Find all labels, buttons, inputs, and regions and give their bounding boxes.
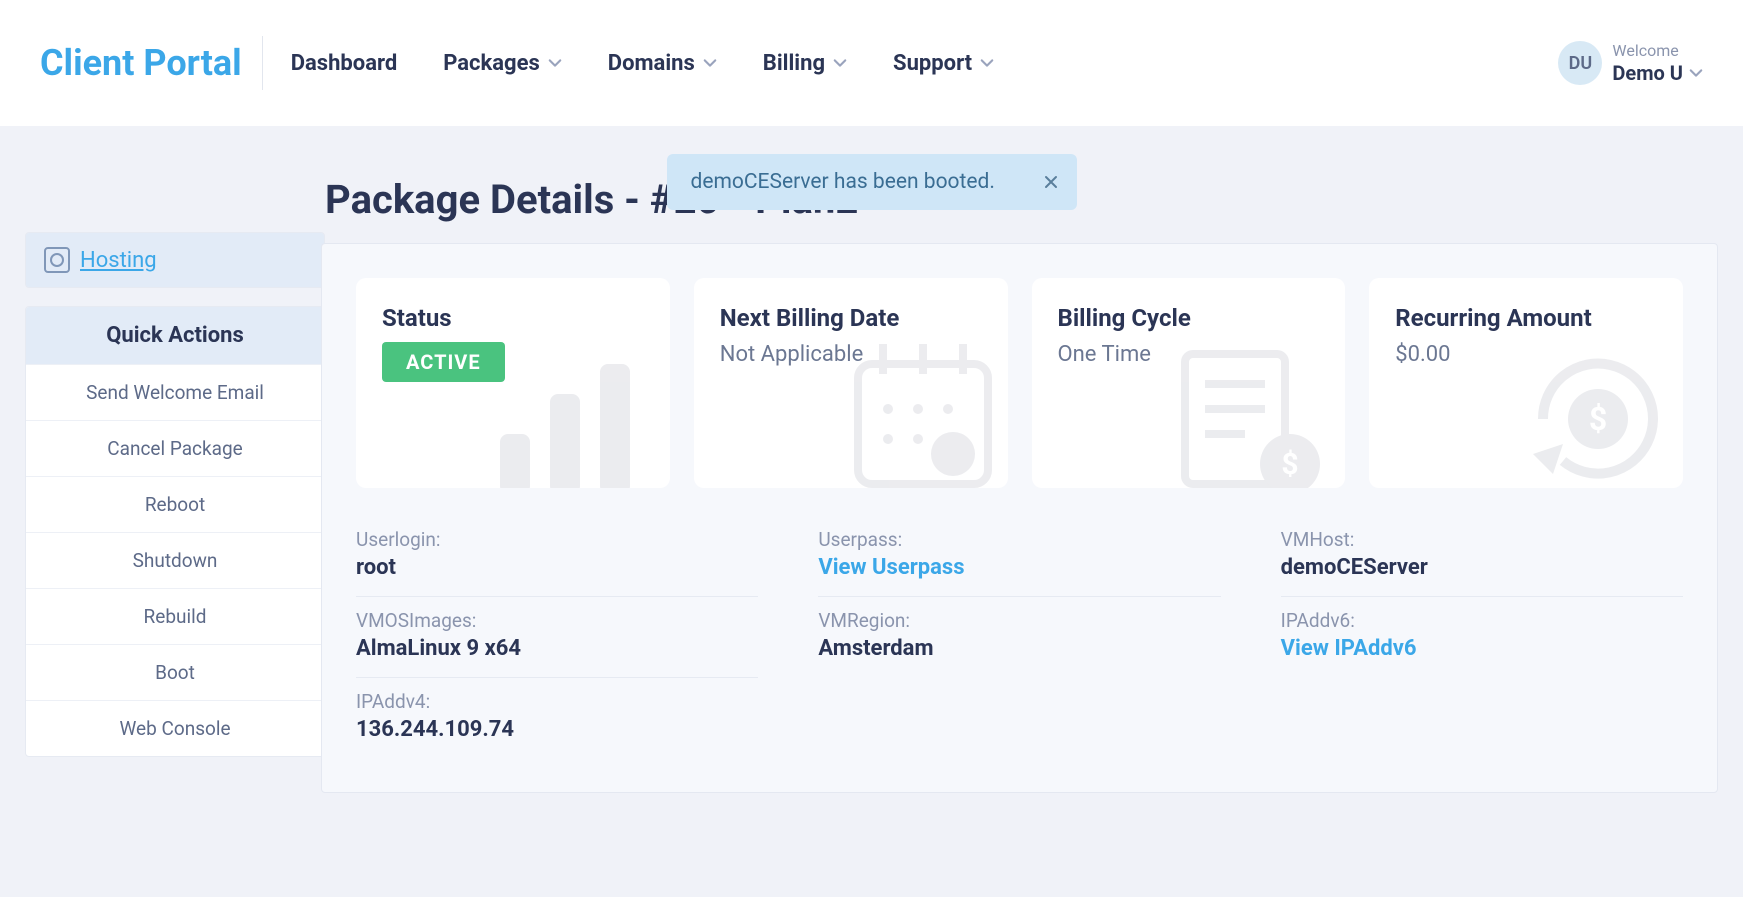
detail-userpass: Userpass: View Userpass	[818, 516, 1220, 597]
qa-shutdown[interactable]: Shutdown	[26, 532, 324, 588]
qa-send-welcome-email[interactable]: Send Welcome Email	[26, 364, 324, 420]
details-col-2: Userpass: View Userpass VMRegion: Amster…	[818, 516, 1220, 758]
toast-message: demoCEServer has been booted.	[691, 170, 995, 194]
chevron-down-icon	[1689, 66, 1703, 80]
detail-ipv6-label: IPAddv6:	[1281, 609, 1683, 632]
sidebar: Hosting Quick Actions Send Welcome Email…	[25, 232, 325, 775]
nav-domains-label: Domains	[608, 51, 695, 76]
details-col-1: Userlogin: root VMOSImages: AlmaLinux 9 …	[356, 516, 758, 758]
card-next-billing-value: Not Applicable	[720, 342, 982, 367]
nav-support-label: Support	[893, 51, 972, 76]
view-ipv6-link[interactable]: View IPAddv6	[1281, 636, 1683, 661]
card-billing-cycle-title: Billing Cycle	[1058, 304, 1320, 332]
card-recurring-title: Recurring Amount	[1395, 304, 1657, 332]
nav-domains[interactable]: Domains	[608, 51, 717, 76]
brand-logo[interactable]: Client Portal	[40, 42, 242, 84]
user-name: Demo U	[1612, 61, 1683, 85]
welcome-name: Demo U	[1612, 61, 1703, 85]
quick-actions-title: Quick Actions	[26, 307, 324, 364]
detail-vmhost-label: VMHost:	[1281, 528, 1683, 551]
nav-billing-label: Billing	[763, 51, 825, 76]
detail-ipv4-label: IPAddv4:	[356, 690, 758, 713]
divider	[262, 36, 263, 90]
detail-ipv4-value: 136.244.109.74	[356, 717, 758, 742]
chevron-down-icon	[703, 56, 717, 70]
welcome-label: Welcome	[1612, 41, 1703, 60]
card-status-title: Status	[382, 304, 644, 332]
detail-userpass-label: Userpass:	[818, 528, 1220, 551]
detail-vmhost-value: demoCEServer	[1281, 555, 1683, 580]
detail-ipv6: IPAddv6: View IPAddv6	[1281, 597, 1683, 677]
status-badge: ACTIVE	[382, 342, 505, 382]
detail-vmregion: VMRegion: Amsterdam	[818, 597, 1220, 677]
nav-billing[interactable]: Billing	[763, 51, 847, 76]
chevron-down-icon	[548, 56, 562, 70]
main-nav: Dashboard Packages Domains Billing Suppo…	[291, 51, 994, 76]
avatar: DU	[1558, 41, 1602, 85]
chevron-down-icon	[980, 56, 994, 70]
qa-boot[interactable]: Boot	[26, 644, 324, 700]
user-menu[interactable]: DU Welcome Demo U	[1558, 41, 1703, 85]
close-icon[interactable]	[1039, 170, 1063, 194]
chevron-down-icon	[833, 56, 847, 70]
quick-actions-panel: Quick Actions Send Welcome Email Cancel …	[25, 306, 325, 757]
toast-notification: demoCEServer has been booted.	[667, 154, 1077, 210]
detail-vmhost: VMHost: demoCEServer	[1281, 516, 1683, 597]
qa-reboot[interactable]: Reboot	[26, 476, 324, 532]
detail-userlogin-label: Userlogin:	[356, 528, 758, 551]
card-recurring-value: $0.00	[1395, 342, 1657, 367]
nav-dashboard-label: Dashboard	[291, 51, 398, 76]
details-grid: Userlogin: root VMOSImages: AlmaLinux 9 …	[356, 516, 1683, 758]
detail-vmregion-label: VMRegion:	[818, 609, 1220, 632]
svg-text:$: $	[1282, 447, 1299, 482]
card-recurring: Recurring Amount $0.00 $	[1369, 278, 1683, 488]
card-billing-cycle-value: One Time	[1058, 342, 1320, 367]
nav-packages-label: Packages	[443, 51, 540, 76]
nav-support[interactable]: Support	[893, 51, 994, 76]
detail-ipv4: IPAddv4: 136.244.109.74	[356, 678, 758, 758]
nav-dashboard[interactable]: Dashboard	[291, 51, 398, 76]
detail-vmregion-value: Amsterdam	[818, 636, 1220, 661]
bars-icon	[480, 344, 670, 488]
sidebar-tab-hosting[interactable]: Hosting	[26, 233, 324, 287]
qa-cancel-package[interactable]: Cancel Package	[26, 420, 324, 476]
details-col-3: VMHost: demoCEServer IPAddv6: View IPAdd…	[1281, 516, 1683, 758]
card-status: Status ACTIVE	[356, 278, 670, 488]
svg-text:$: $	[1589, 400, 1607, 438]
detail-userlogin-value: root	[356, 555, 758, 580]
detail-userlogin: Userlogin: root	[356, 516, 758, 597]
content-panel: Status ACTIVE Next Billing Date Not Appl…	[321, 243, 1718, 793]
detail-vmosimages: VMOSImages: AlmaLinux 9 x64	[356, 597, 758, 678]
nav-packages[interactable]: Packages	[443, 51, 562, 76]
qa-rebuild[interactable]: Rebuild	[26, 588, 324, 644]
qa-web-console[interactable]: Web Console	[26, 700, 324, 756]
card-next-billing-title: Next Billing Date	[720, 304, 982, 332]
card-billing-cycle: Billing Cycle One Time $	[1032, 278, 1346, 488]
detail-vmosimages-value: AlmaLinux 9 x64	[356, 636, 758, 661]
topbar: Client Portal Dashboard Packages Domains…	[0, 0, 1743, 126]
summary-cards: Status ACTIVE Next Billing Date Not Appl…	[356, 278, 1683, 488]
sidebar-tabs: Hosting	[25, 232, 325, 288]
card-next-billing: Next Billing Date Not Applicable	[694, 278, 1008, 488]
main-area: Package Details - #20 - Plan2 Status ACT…	[325, 156, 1718, 793]
hosting-icon	[44, 247, 70, 273]
detail-vmosimages-label: VMOSImages:	[356, 609, 758, 632]
welcome-box: Welcome Demo U	[1612, 41, 1703, 84]
sidebar-tab-hosting-label: Hosting	[80, 248, 157, 273]
view-userpass-link[interactable]: View Userpass	[818, 555, 1220, 580]
